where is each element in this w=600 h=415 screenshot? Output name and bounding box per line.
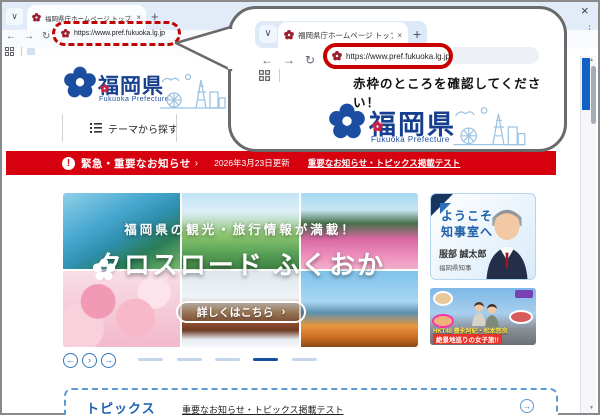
carousel-next-button[interactable]: → — [101, 353, 116, 368]
red-plum-blossom-icon — [100, 84, 109, 93]
carousel-dot[interactable] — [292, 358, 317, 361]
site-favicon-icon — [61, 29, 70, 38]
site-favicon-icon — [32, 13, 41, 22]
fukuoka-emblem-icon — [64, 66, 96, 98]
back-icon[interactable]: ← — [6, 31, 16, 42]
carousel-dot[interactable] — [215, 358, 240, 361]
governor-role: 福岡県知事 — [439, 265, 472, 272]
scrollbar-thumb[interactable] — [591, 66, 596, 124]
omnibox-rest — [453, 47, 539, 64]
tab-search-chevron-icon: ∨ — [259, 25, 277, 43]
governor-photo — [486, 209, 528, 279]
video-text-line2: 絶景地巡りの女子旅!! — [433, 334, 502, 344]
tab-groups-grid-icon — [259, 70, 270, 81]
bookmark-divider — [279, 69, 280, 82]
forward-icon[interactable]: → — [24, 31, 34, 42]
photo-ornaments — [63, 271, 180, 347]
topics-heading: トピックス — [86, 401, 156, 415]
topics-link[interactable]: 重要なお知らせ・トピックス掲載テスト — [182, 403, 344, 415]
hero-detail-button[interactable]: 詳しくはこちら › — [176, 301, 306, 323]
video-channel-logo — [515, 290, 533, 298]
forward-icon: → — [283, 53, 295, 67]
reload-icon: ↻ — [305, 53, 316, 67]
hero-button-label: 詳しくはこちら — [196, 307, 274, 319]
site-favicon-icon — [332, 51, 342, 61]
video-inset-photo — [509, 310, 533, 324]
red-plum-blossom-icon — [372, 121, 383, 132]
callout-bubble: ∨ 福岡県庁ホームページ トップページ × + ← → ↻ https://ww… — [174, 6, 567, 152]
chevron-right-icon: › — [281, 306, 286, 318]
scroll-up-icon[interactable]: ▲ — [589, 57, 594, 63]
new-tab-button: + — [413, 26, 422, 42]
browser-window: ∨ 福岡県庁ホームページ トップページ × + × ⋮ ← → ↻ https:… — [0, 0, 600, 415]
carousel-play-button[interactable]: › — [82, 353, 97, 368]
tab-groups-grid-icon[interactable] — [5, 47, 14, 56]
window-close-icon[interactable]: × — [581, 3, 589, 18]
exclamation-icon: ! — [62, 156, 75, 170]
callout-url-highlight: https://www.pref.fukuoka.lg.jp — [323, 43, 453, 69]
cityscape-doodle-icon — [453, 107, 526, 146]
tab-close-icon: × — [397, 30, 402, 40]
carousel-dot[interactable] — [177, 358, 202, 361]
cityscape-doodle-icon — [160, 73, 226, 109]
governor-room-card[interactable]: ようこそ 知事室へ 服部 誠太郎 福岡県知事 — [430, 193, 536, 280]
side-blue-bar — [582, 58, 590, 110]
nav-divider — [176, 114, 177, 142]
callout-tail — [174, 25, 234, 72]
url-text: https://www.pref.fukuoka.lg.jp — [74, 30, 166, 37]
bookmark-item[interactable] — [27, 48, 35, 55]
nav-theme-label: テーマから探す — [108, 124, 178, 136]
fukuoka-emblem-icon — [329, 103, 365, 139]
carousel-prev-button[interactable]: ← — [63, 353, 78, 368]
nav-theme-search[interactable]: テーマから探す — [90, 118, 180, 138]
tab-search-chevron-icon[interactable]: ∨ — [6, 8, 23, 25]
emergency-label[interactable]: 緊急・重要なお知らせ — [81, 156, 191, 171]
scroll-down-icon[interactable]: ▼ — [589, 405, 594, 411]
hero-tagline: 福岡県の観光・旅行情報が満載！ — [124, 223, 357, 237]
photo-castle-autumn — [301, 271, 418, 347]
circled-arrow-icon[interactable]: → — [520, 399, 534, 413]
emergency-banner: ! 緊急・重要なお知らせ › 2026年3月23日更新 重要なお知らせ・トピック… — [6, 151, 556, 175]
video-banner[interactable]: HKT48 豊永阿紀・松本悠良 絶景地巡りの女子旅!! — [430, 288, 536, 345]
site-favicon-icon — [284, 30, 294, 40]
governor-name: 服部 誠太郎 — [439, 249, 487, 259]
emergency-link[interactable]: 重要なお知らせ・トピックス掲載テスト — [308, 157, 461, 169]
carousel-dot[interactable] — [253, 358, 278, 361]
callout-url-text: https://www.pref.fukuoka.lg.jp — [346, 51, 451, 61]
carousel-dot[interactable] — [138, 358, 163, 361]
address-bar-highlighted[interactable]: https://www.pref.fukuoka.lg.jp — [52, 21, 181, 46]
callout-tab-title: 福岡県庁ホームページ トップページ — [298, 30, 393, 40]
bookmark-divider — [21, 47, 22, 56]
video-inset-photo — [433, 291, 453, 306]
white-flower-icon — [92, 258, 116, 281]
back-icon: ← — [261, 53, 273, 67]
topics-section: トピックス 重要なお知らせ・トピックス掲載テスト → — [64, 388, 558, 415]
list-icon — [90, 123, 102, 133]
reload-icon[interactable]: ↻ — [42, 31, 50, 42]
chevron-right-icon: › — [194, 157, 199, 169]
emergency-date: 2026年3月23日更新 — [214, 158, 290, 168]
hero-title: クロスロード ふくおか — [95, 250, 386, 280]
nav-divider — [62, 114, 63, 142]
